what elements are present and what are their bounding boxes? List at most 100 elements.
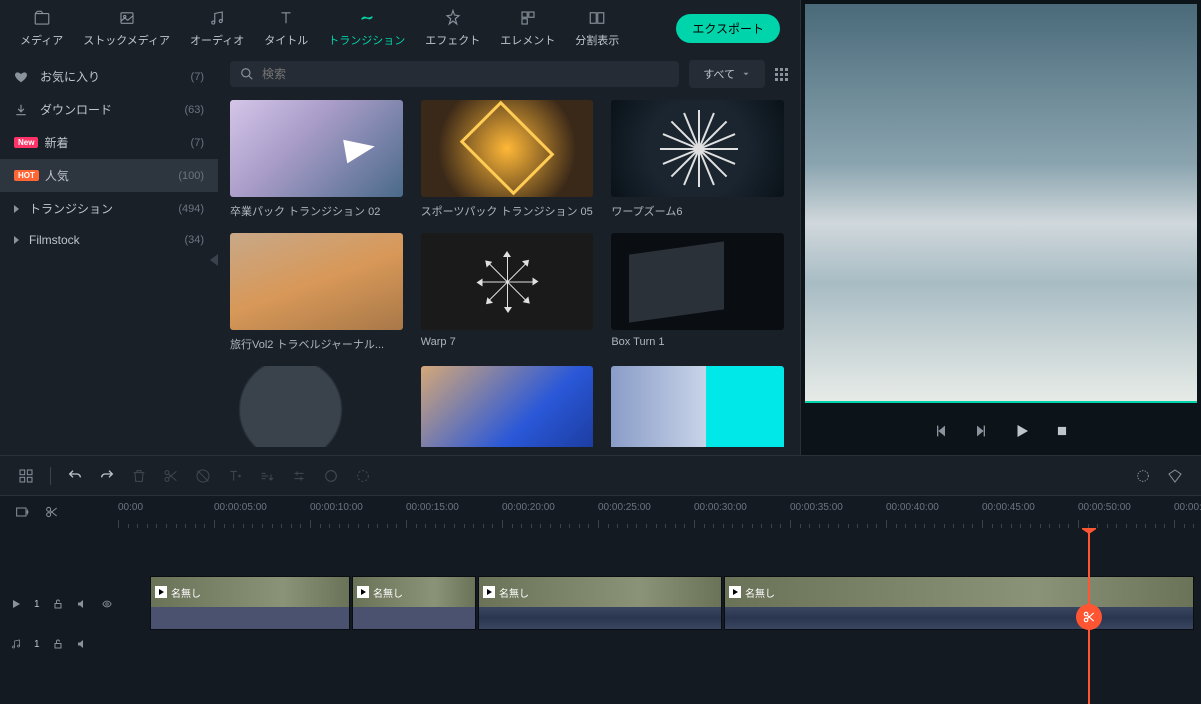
- marker-button[interactable]: [1129, 462, 1157, 490]
- chevron-down-icon: [741, 69, 751, 79]
- timeline-clip[interactable]: 名無し: [150, 576, 350, 630]
- ruler-label: 00:00:50:00: [1078, 502, 1131, 513]
- ruler-label: 00:00:15:00: [406, 502, 459, 513]
- video-track[interactable]: 名無し 名無し 名無し 名無し: [118, 576, 1201, 632]
- lock-icon[interactable]: [52, 598, 64, 610]
- tab-titles[interactable]: タイトル: [254, 4, 318, 52]
- search-input[interactable]: [262, 67, 669, 81]
- sidebar-item-filmstock[interactable]: Filmstock(34): [0, 225, 218, 255]
- sidebar: お気に入り(7) ダウンロード(63) New 新着(7) HOT 人気(100…: [0, 52, 218, 455]
- time-ruler[interactable]: 00:00 00:00:05:00 00:00:10:00 00:00:15:00 00…: [118, 496, 1201, 528]
- thumbnail: [230, 233, 403, 330]
- tab-audio[interactable]: オーディオ: [180, 4, 254, 52]
- adjust-button[interactable]: [285, 462, 313, 490]
- volume-icon[interactable]: [76, 638, 88, 650]
- thumbnail: [611, 100, 784, 197]
- settings-button[interactable]: [1161, 462, 1189, 490]
- clip-play-icon: [155, 586, 167, 598]
- ruler-label: 00:00:55:00: [1174, 502, 1201, 513]
- clip-play-icon: [729, 586, 741, 598]
- crop-button[interactable]: [189, 462, 217, 490]
- ruler-label: 00:00:45:00: [982, 502, 1035, 513]
- filter-dropdown[interactable]: すべて: [689, 60, 765, 88]
- color-button[interactable]: [317, 462, 345, 490]
- tab-split[interactable]: 分割表示: [565, 4, 629, 52]
- search-box[interactable]: [230, 61, 679, 87]
- layout-icon[interactable]: [12, 462, 40, 490]
- download-icon: [14, 103, 30, 117]
- transition-item[interactable]: 線形 1: [611, 366, 784, 447]
- speed-button[interactable]: [253, 462, 281, 490]
- stop-icon[interactable]: [1055, 424, 1069, 438]
- timeline-clip[interactable]: 名無し: [724, 576, 1194, 630]
- timeline-clip[interactable]: 名無し: [478, 576, 722, 630]
- sidebar-item-favorites[interactable]: お気に入り(7): [0, 60, 218, 93]
- audio-track-head: 1: [0, 638, 118, 650]
- undo-button[interactable]: [61, 462, 89, 490]
- video-track-head: 1: [0, 576, 118, 632]
- redo-button[interactable]: [93, 462, 121, 490]
- play-icon[interactable]: [1013, 422, 1031, 440]
- music-icon: [10, 638, 22, 650]
- transition-item[interactable]: 旅行Vol2 トラベルジャーナル...: [230, 233, 403, 352]
- clip-name: 名無し: [745, 585, 775, 600]
- tab-media[interactable]: メディア: [10, 4, 73, 52]
- heart-icon: [14, 70, 30, 84]
- sidebar-item-popular[interactable]: HOT 人気(100): [0, 159, 218, 192]
- magnet-icon[interactable]: [44, 504, 60, 520]
- tab-elements[interactable]: エレメント: [490, 4, 565, 52]
- tab-effects[interactable]: エフェクト: [415, 4, 490, 52]
- item-label: 旅行Vol2 トラベルジャーナル...: [230, 336, 403, 352]
- preview-monitor[interactable]: [805, 4, 1197, 403]
- item-label: Warp 7: [421, 336, 594, 348]
- ruler-label: 00:00:30:00: [694, 502, 747, 513]
- sidebar-item-new[interactable]: New 新着(7): [0, 126, 218, 159]
- timeline: 00:00 00:00:05:00 00:00:10:00 00:00:15:00 00…: [0, 495, 1201, 704]
- playhead[interactable]: [1088, 528, 1090, 704]
- clip-name: 名無し: [373, 585, 403, 600]
- thumbnail: [421, 233, 594, 330]
- new-badge: New: [14, 137, 38, 148]
- expand-icon: [14, 236, 19, 244]
- thumbnail: [421, 100, 594, 197]
- transition-item[interactable]: Special Effects Skill Pack T...: [421, 366, 594, 447]
- transition-grid: 卒業パック トランジション 02 スポーツパック トランジション 05 ワープズーム…: [230, 100, 788, 447]
- thumbnail: [230, 366, 403, 447]
- sidebar-item-download[interactable]: ダウンロード(63): [0, 93, 218, 126]
- transition-item[interactable]: ワープズーム6: [611, 100, 784, 219]
- split-button[interactable]: [157, 462, 185, 490]
- thumbnail: [421, 366, 594, 447]
- item-label: スポーツパック トランジション 05: [421, 203, 594, 219]
- collapse-sidebar-handle[interactable]: [210, 254, 218, 266]
- transition-item[interactable]: 卒業パック トランジション 02: [230, 100, 403, 219]
- export-button[interactable]: エクスポート: [676, 14, 780, 43]
- text-button[interactable]: [221, 462, 249, 490]
- keyframe-button[interactable]: [349, 462, 377, 490]
- ruler-label: 00:00: [118, 502, 143, 513]
- view-grid-toggle[interactable]: [775, 68, 788, 81]
- ruler-label: 00:00:40:00: [886, 502, 939, 513]
- timeline-clip[interactable]: 名無し: [352, 576, 476, 630]
- step-forward-icon[interactable]: [973, 423, 989, 439]
- hot-badge: HOT: [14, 170, 39, 181]
- item-label: 卒業パック トランジション 02: [230, 203, 403, 219]
- ruler-label: 00:00:10:00: [310, 502, 363, 513]
- cut-marker-icon[interactable]: [1076, 604, 1102, 630]
- tab-stock[interactable]: ストックメディア: [73, 4, 180, 52]
- transition-item[interactable]: Box Turn 1: [611, 233, 784, 352]
- transition-item[interactable]: Warp 7: [421, 233, 594, 352]
- step-back-icon[interactable]: [933, 423, 949, 439]
- transition-item[interactable]: Orb Twist 1: [230, 366, 403, 447]
- sidebar-item-transitions[interactable]: トランジション(494): [0, 192, 218, 225]
- delete-button[interactable]: [125, 462, 153, 490]
- expand-icon: [14, 205, 19, 213]
- timeline-add-icon[interactable]: [14, 504, 30, 520]
- transition-item[interactable]: スポーツパック トランジション 05: [421, 100, 594, 219]
- ruler-label: 00:00:05:00: [214, 502, 267, 513]
- thumbnail: [611, 233, 784, 330]
- lock-icon[interactable]: [52, 638, 64, 650]
- thumbnail: [611, 366, 784, 447]
- volume-icon[interactable]: [76, 598, 88, 610]
- eye-icon[interactable]: [100, 599, 114, 609]
- tab-transitions[interactable]: トランジション: [318, 4, 415, 52]
